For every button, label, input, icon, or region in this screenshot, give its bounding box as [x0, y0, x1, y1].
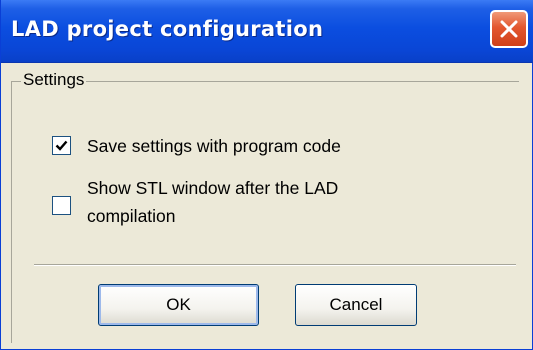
title-bar[interactable]: LAD project configuration: [1, 0, 533, 63]
show-stl-window-checkbox[interactable]: [52, 196, 71, 215]
save-settings-checkbox[interactable]: [52, 136, 71, 155]
separator: [34, 264, 516, 266]
save-settings-label[interactable]: Save settings with program code: [87, 134, 341, 158]
ok-button[interactable]: OK: [98, 284, 259, 326]
checkmark-icon: [55, 140, 68, 151]
cancel-button[interactable]: Cancel: [295, 284, 417, 326]
dialog-window: LAD project configuration Settings Save …: [0, 0, 533, 350]
show-stl-window-label-line1[interactable]: Show STL window after the LAD: [87, 176, 338, 200]
close-button[interactable]: [490, 10, 528, 48]
show-stl-window-label-line2[interactable]: compilation: [87, 204, 176, 228]
window-title: LAD project configuration: [11, 17, 324, 41]
close-icon: [500, 20, 518, 38]
settings-group-label: Settings: [21, 70, 87, 90]
